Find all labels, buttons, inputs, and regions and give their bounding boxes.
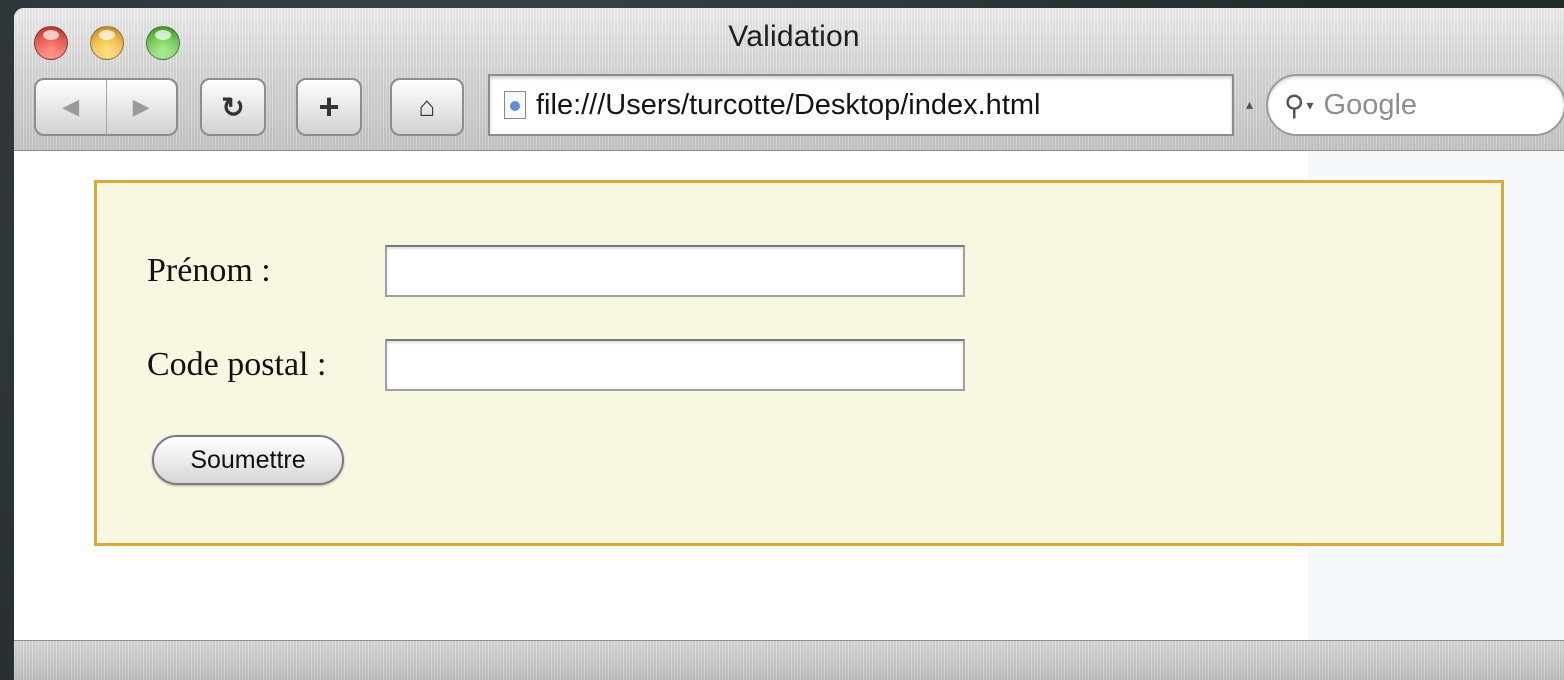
submit-button[interactable]: Soumettre — [152, 435, 344, 485]
prenom-row: Prénom : — [147, 245, 965, 297]
page-file-icon — [504, 91, 526, 119]
address-bar[interactable]: file:///Users/turcotte/Desktop/index.htm… — [488, 74, 1234, 136]
code-postal-input[interactable] — [385, 339, 965, 391]
back-button[interactable]: ◀ — [36, 80, 106, 134]
search-menu-icon[interactable]: ▾ — [1307, 97, 1314, 114]
home-button[interactable]: ⌂ — [390, 78, 464, 136]
code-postal-label: Code postal : — [147, 346, 327, 383]
search-placeholder: Google — [1323, 88, 1418, 121]
forward-button[interactable]: ▶ — [107, 80, 177, 134]
back-forward-buttons: ◀ ▶ — [34, 78, 178, 136]
search-icon: ⚲ — [1284, 89, 1305, 121]
add-bookmark-button[interactable]: + — [296, 78, 362, 136]
snapback-icon[interactable]: ▴ — [1246, 96, 1253, 113]
prenom-input[interactable] — [385, 245, 965, 297]
window-title: Validation — [728, 20, 860, 53]
prenom-label: Prénom : — [147, 252, 271, 289]
home-icon: ⌂ — [418, 91, 436, 122]
plus-icon: + — [318, 86, 340, 127]
code-postal-row: Code postal : — [147, 339, 965, 391]
browser-window: Validation ◀ ▶ ↻ + ⌂ file:///Users/turco… — [14, 8, 1564, 680]
status-bar — [14, 640, 1564, 680]
back-arrow-icon: ◀ — [62, 94, 80, 119]
reload-icon: ↻ — [221, 91, 245, 123]
toolbar: Validation ◀ ▶ ↻ + ⌂ file:///Users/turco… — [14, 8, 1564, 151]
validation-form: Prénom : Code postal : Soumettre — [94, 180, 1504, 546]
reload-button[interactable]: ↻ — [200, 78, 266, 136]
search-field[interactable]: ⚲ ▾ Google — [1266, 74, 1564, 136]
forward-arrow-icon: ▶ — [132, 94, 150, 119]
address-url: file:///Users/turcotte/Desktop/index.htm… — [536, 88, 1041, 121]
